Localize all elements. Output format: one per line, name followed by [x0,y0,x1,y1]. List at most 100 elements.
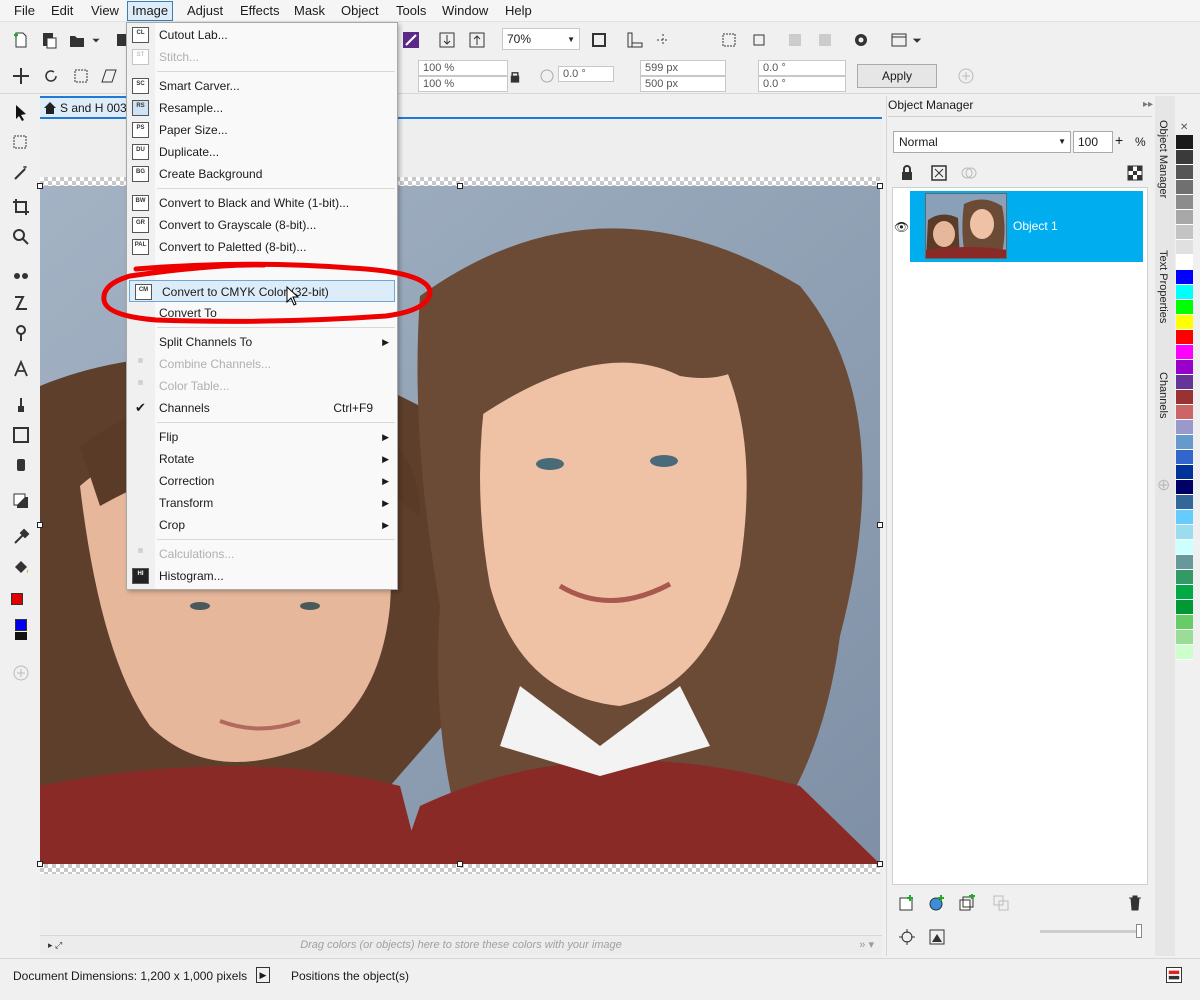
menu-item-convert-black-white[interactable]: BW Convert to Black and White (1-bit)... [127,192,397,214]
new-from-clipboard-icon[interactable] [38,29,60,51]
pick-tool-icon[interactable] [9,101,33,125]
menu-mask[interactable]: Mask [292,3,327,19]
height-field[interactable]: 500 px [640,76,726,92]
color-swatch[interactable] [1176,150,1193,165]
skew-y-field[interactable]: 0.0 ° [758,76,846,92]
lock-transparency-icon[interactable] [784,29,806,51]
color-swatch[interactable] [1176,570,1193,585]
merge-objects-icon[interactable] [990,892,1012,914]
position-mode-icon[interactable] [10,65,32,87]
color-swatch[interactable] [1176,270,1193,285]
menu-item-duplicate[interactable]: DU Duplicate... [127,141,397,163]
width-field[interactable]: 599 px [640,60,726,76]
import-icon[interactable] [436,29,458,51]
add-icon[interactable] [955,65,977,87]
menu-image[interactable]: Image [127,1,174,21]
menu-item-correction[interactable]: Correction ▶ [127,470,397,492]
color-swatch[interactable] [1176,525,1193,540]
center-object-icon[interactable] [896,926,918,948]
resize-handle-top-left[interactable] [37,183,43,189]
color-swatch[interactable] [1176,360,1193,375]
resize-handle-top[interactable] [457,183,463,189]
color-swatch[interactable] [1176,465,1193,480]
tab-object-manager[interactable]: Object Manager [1157,120,1169,198]
palette-arrows-icon[interactable]: ▸ ⤢ [48,936,62,955]
add-tool-icon[interactable] [9,661,33,685]
eyedropper-tool-icon[interactable] [9,525,33,549]
opacity-stepper-icon[interactable]: + [1115,132,1123,148]
color-swatch[interactable] [1176,345,1193,360]
menu-item-smart-carver[interactable]: SC Smart Carver... [127,75,397,97]
clone-tool-icon[interactable] [9,291,33,315]
color-swatch[interactable] [1176,300,1193,315]
menu-item-convert-to[interactable]: Convert To [127,302,397,324]
new-object-from-selection-icon[interactable] [956,892,978,914]
clip-mask-icon[interactable] [928,162,950,184]
rotation-angle-field[interactable]: 0.0 ° [558,66,614,82]
grid-icon[interactable] [652,29,674,51]
color-profile-icon[interactable] [1166,967,1182,983]
color-swatch[interactable] [1176,600,1193,615]
object-name[interactable]: Object 1 [1013,219,1058,233]
paint-tool-icon[interactable] [9,393,33,417]
color-swatch[interactable] [1176,405,1193,420]
options-gear-icon[interactable] [850,29,872,51]
transparency-checker-icon[interactable] [1124,162,1146,184]
color-swatch[interactable] [1176,555,1193,570]
reset-colors-icon[interactable] [15,632,27,640]
docker-expand-icon[interactable]: ▸▸ [1143,99,1153,110]
rectangle-tool-icon[interactable] [9,423,33,447]
resize-handle-bottom[interactable] [457,861,463,867]
color-swatch[interactable] [1176,255,1193,270]
resize-handle-left[interactable] [37,522,43,528]
object-properties-icon[interactable] [926,926,948,948]
color-swatch[interactable] [1176,135,1193,150]
color-swatch[interactable] [1176,585,1193,600]
tab-text-properties[interactable]: Text Properties [1157,250,1169,323]
menu-item-convert-paletted[interactable]: PAL Convert to Paletted (8-bit)... [127,236,397,258]
color-swatch[interactable] [1176,630,1193,645]
menu-item-stitch[interactable]: ST Stitch... [127,46,397,68]
menu-item-histogram[interactable]: HI Histogram... [127,565,397,587]
color-swatch[interactable] [1176,615,1193,630]
menu-view[interactable]: View [89,3,121,19]
color-swatch[interactable] [1176,435,1193,450]
foreground-color-swatch[interactable] [11,593,23,605]
color-swatch[interactable] [1176,480,1193,495]
resize-handle-top-right[interactable] [877,183,883,189]
delete-trash-icon[interactable] [1124,892,1146,914]
resize-handle-bottom-right[interactable] [877,861,883,867]
eye-visibility-icon[interactable]: 👁 [894,220,909,234]
color-swatch[interactable] [1176,165,1193,180]
color-swatch[interactable] [1176,495,1193,510]
palette-scroll-icon[interactable]: » ▾ [859,936,874,955]
menu-item-create-background[interactable]: BG Create Background [127,163,397,185]
color-swatch[interactable] [1176,645,1193,660]
object-marquee-icon[interactable] [748,29,770,51]
new-object-icon[interactable] [896,892,918,914]
fill-tool-icon[interactable] [9,555,33,579]
palette-flyout-icon[interactable]: ✕ [1180,122,1188,133]
new-document-icon[interactable] [10,29,32,51]
color-swatch[interactable] [1176,225,1193,240]
blend-mode-select[interactable]: Normal ▼ [893,131,1071,153]
status-play-icon[interactable]: ▶ [256,967,270,983]
color-swatch[interactable] [1176,420,1193,435]
zoom-tool-icon[interactable] [9,225,33,249]
menu-item-crop[interactable]: Crop ▶ [127,514,397,536]
rotate-mode-icon[interactable] [40,65,62,87]
color-swatch[interactable] [1176,540,1193,555]
menu-item-resample[interactable]: RS Resample... [127,97,397,119]
open-dropdown-icon[interactable] [90,29,102,51]
menu-adjust[interactable]: Adjust [185,3,225,19]
launch-icon[interactable] [888,29,910,51]
zoom-fit-icon[interactable] [588,29,610,51]
menu-item-flip[interactable]: Flip ▶ [127,426,397,448]
lock-aspect-icon[interactable] [508,66,522,88]
menu-file[interactable]: File [12,3,37,19]
rulers-icon[interactable] [624,29,646,51]
color-swatch[interactable] [1176,330,1193,345]
zoom-level-select[interactable]: 70% ▼ [502,28,580,50]
scale-y-field[interactable]: 100 % [418,76,508,92]
open-folder-icon[interactable] [66,29,88,51]
